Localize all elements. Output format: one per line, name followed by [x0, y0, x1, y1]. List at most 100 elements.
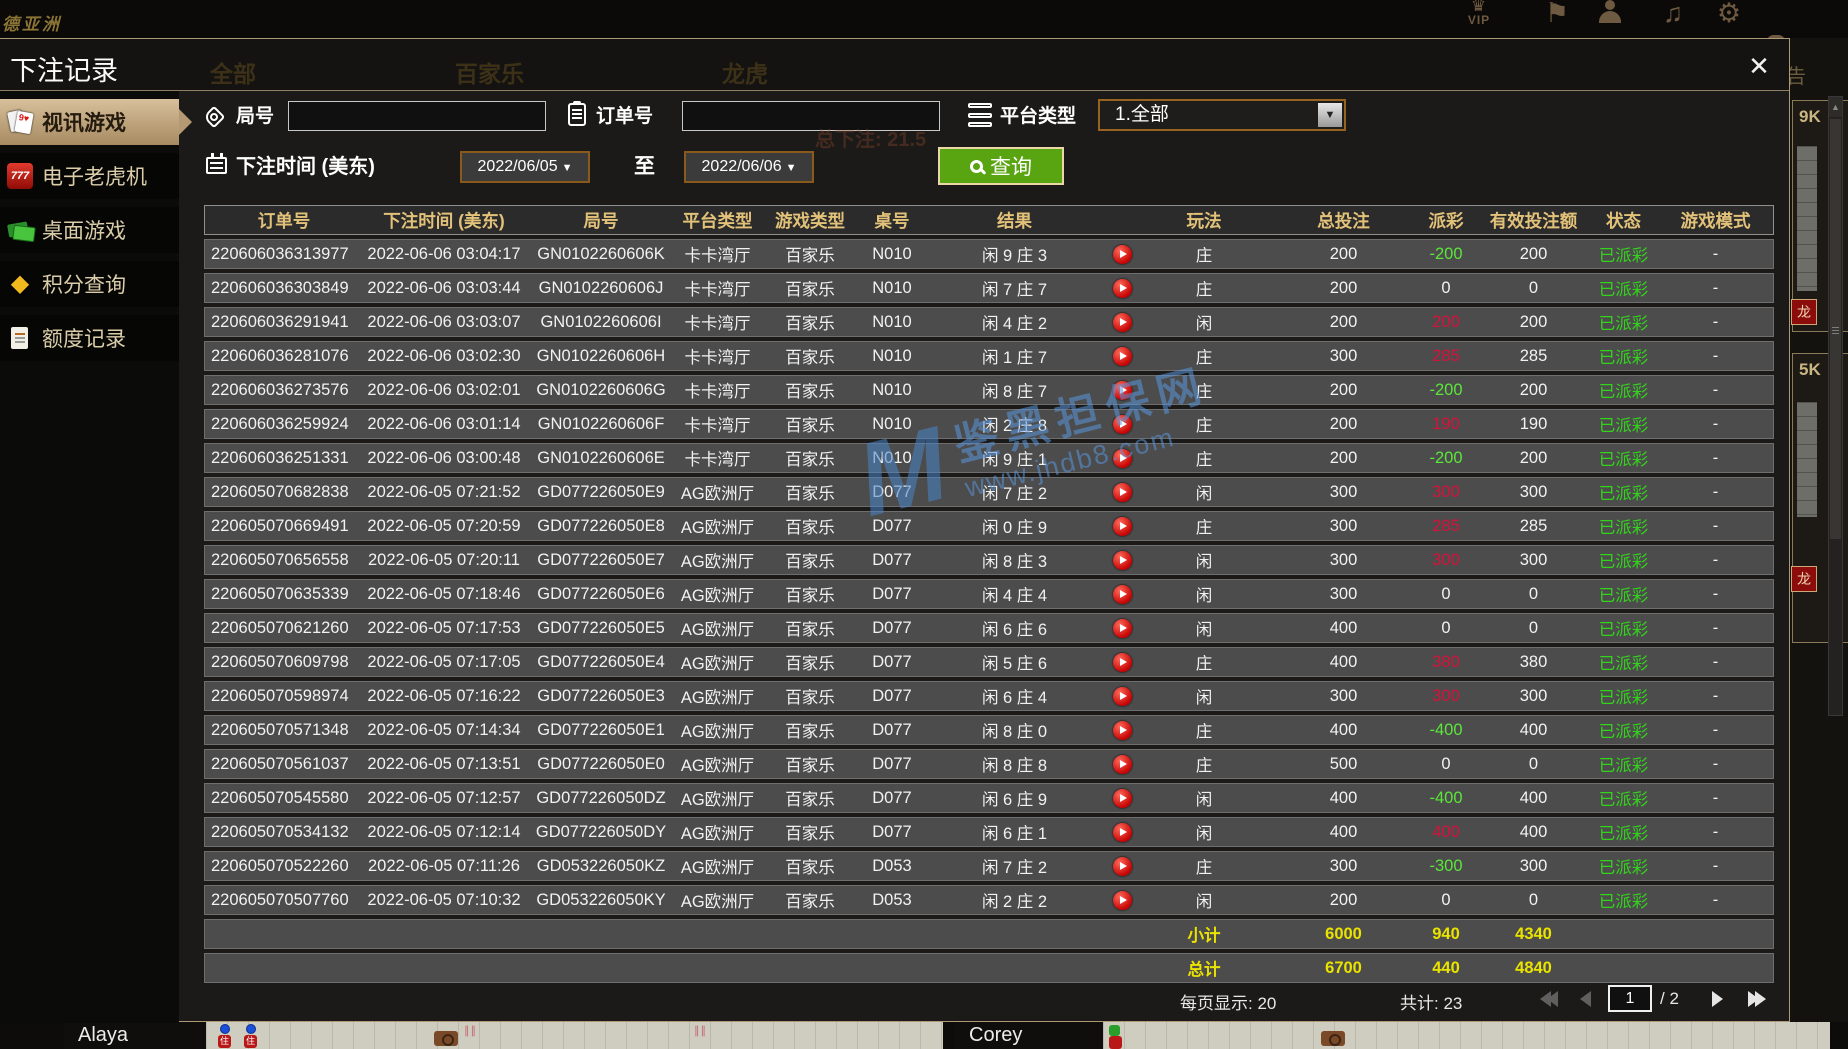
cell-game: 百家乐 [785, 519, 835, 537]
cell-time: 2022-06-05 07:16:22 [367, 686, 521, 705]
play-video-button[interactable] [1112, 380, 1132, 400]
cell-payout: -200 [1429, 244, 1463, 263]
account-icon[interactable] [1596, 0, 1630, 30]
bead-plate [1103, 1022, 1830, 1049]
play-video-button[interactable] [1112, 414, 1132, 434]
cell-play [1107, 546, 1137, 574]
cell-play [1107, 580, 1137, 608]
play-video-button[interactable] [1112, 346, 1132, 366]
date-to-picker[interactable]: 2022/06/06 ▼ [684, 151, 814, 183]
notice-text-fragment: 告 [1790, 66, 1806, 88]
cell-valid: 190 [1519, 414, 1548, 433]
cell-mode: - [1712, 448, 1719, 467]
sidebar-item-table-games[interactable]: 桌面游戏 [0, 207, 179, 253]
table-header-row: 订单号 下注时间 (美东) 局号 平台类型 游戏类型 桌号 结果 玩法 总投注 派彩 有效投注额 状态… [204, 205, 1774, 235]
play-video-button[interactable] [1112, 856, 1132, 876]
cell-play: 庄 [1195, 451, 1213, 469]
subtotal-payout: 940 [1432, 924, 1460, 943]
play-video-button[interactable] [1112, 278, 1132, 298]
vip-icon[interactable]: VIP [1462, 0, 1496, 30]
cell-order: 220605070507760 [211, 890, 349, 909]
play-video-button[interactable] [1112, 550, 1132, 570]
cell-valid: 200 [1519, 448, 1548, 467]
betting-records-dialog: 全部 百家乐 龙虎 下注记录 ✕ 视讯游戏 电子老虎机 桌面游戏 积分查询 额度… [0, 38, 1790, 1023]
to-label: 至 [634, 155, 655, 178]
play-video-button[interactable] [1112, 618, 1132, 638]
search-icon [970, 159, 983, 173]
music-icon[interactable]: ♫ [1656, 0, 1690, 30]
dragon-badge: 龙 [1791, 299, 1817, 325]
cell-status: 已派彩 [1598, 383, 1649, 401]
play-video-button[interactable] [1112, 448, 1132, 468]
cell-round: GD077226050DZ [536, 788, 666, 807]
play-video-button[interactable] [1112, 482, 1132, 502]
sidebar-item-slots[interactable]: 电子老虎机 [0, 153, 179, 199]
play-video-button[interactable] [1112, 516, 1132, 536]
vertical-scrollbar[interactable]: ▲ [1828, 96, 1843, 716]
table-row: 220605070522260 2022-06-05 07:11:26 GD0532… [204, 851, 1774, 881]
cell-bet: 400 [1329, 720, 1358, 739]
bead-plate: 住 住 ∥∥ ∥∥ [206, 1022, 943, 1049]
round-number-input[interactable] [288, 101, 546, 131]
sidebar-item-quota-records[interactable]: 额度记录 [0, 315, 179, 361]
cell-game: 百家乐 [785, 757, 835, 775]
settings-gear-icon[interactable]: ⚙ [1712, 0, 1746, 30]
cell-valid: 0 [1528, 278, 1539, 297]
dealer-name: Alaya [64, 1022, 206, 1049]
platform-type-select[interactable]: 1.全部 ▼ [1098, 99, 1346, 131]
play-video-button[interactable] [1112, 788, 1132, 808]
cell-valid: 400 [1519, 788, 1548, 807]
play-video-button[interactable] [1112, 890, 1132, 910]
play-video-button[interactable] [1112, 754, 1132, 774]
cell-payout: 0 [1441, 278, 1451, 297]
play-video-button[interactable] [1112, 312, 1132, 332]
table-row: 220606036303849 2022-06-06 03:03:44 GN0102… [204, 273, 1774, 303]
cell-round: GD077226050E5 [537, 618, 665, 637]
cell-platform: 卡卡湾厅 [684, 315, 751, 333]
cell-time: 2022-06-05 07:18:46 [367, 584, 521, 603]
cell-mode: - [1712, 346, 1719, 365]
next-page-button[interactable] [1712, 991, 1723, 1007]
first-page-button[interactable] [1540, 991, 1558, 1007]
cell-mode: - [1712, 414, 1719, 433]
cell-play: 庄 [1195, 281, 1213, 299]
flag-icon[interactable]: ⚑ [1540, 0, 1574, 30]
cell-status: 已派彩 [1598, 655, 1649, 673]
cell-result: 闲 6 庄 4 [981, 689, 1048, 707]
cell-payout: 300 [1432, 482, 1460, 501]
cell-play [1107, 852, 1137, 880]
prev-page-button[interactable] [1580, 991, 1591, 1007]
play-video-button[interactable] [1112, 822, 1132, 842]
ghost-total-bet-text: 总下注: 21.5 [815, 129, 927, 151]
cell-order: 220605070682838 [211, 482, 349, 501]
sidebar-item-points-query[interactable]: 积分查询 [0, 261, 179, 307]
scroll-up-arrow[interactable]: ▲ [1829, 97, 1842, 117]
table-row: 220606036273576 2022-06-06 03:02:01 GN0102… [204, 375, 1774, 405]
date-from-picker[interactable]: 2022/06/05 ▼ [460, 151, 590, 183]
cell-mode: - [1712, 244, 1719, 263]
scrollbar-thumb[interactable] [1830, 119, 1841, 539]
cell-play: 闲 [1195, 825, 1213, 843]
cell-time: 2022-06-06 03:03:44 [367, 278, 521, 297]
cell-round: GD077226050E8 [537, 516, 665, 535]
cell-platform: 卡卡湾厅 [684, 383, 751, 401]
cell-game: 百家乐 [785, 621, 835, 639]
play-video-button[interactable] [1112, 652, 1132, 672]
cell-valid: 0 [1528, 890, 1539, 909]
close-icon[interactable]: ✕ [1742, 49, 1776, 83]
play-video-button[interactable] [1112, 720, 1132, 740]
page-number-input[interactable]: 1 [1608, 985, 1652, 1012]
play-video-button[interactable] [1112, 584, 1132, 604]
cell-valid: 300 [1519, 686, 1548, 705]
cell-table: N010 [872, 448, 912, 467]
play-video-button[interactable] [1112, 244, 1132, 264]
cell-payout: 380 [1432, 652, 1460, 671]
chevron-down-icon[interactable]: ▼ [1318, 103, 1342, 127]
query-button[interactable]: 查询 [938, 147, 1064, 185]
cell-status: 已派彩 [1598, 859, 1649, 877]
cell-round: GD053226050KZ [536, 856, 666, 875]
last-page-button[interactable] [1748, 991, 1766, 1007]
play-video-button[interactable] [1112, 686, 1132, 706]
total-count-label: 共计: 23 [1400, 994, 1463, 1013]
sidebar-item-video-games[interactable]: 视讯游戏 [0, 99, 192, 145]
